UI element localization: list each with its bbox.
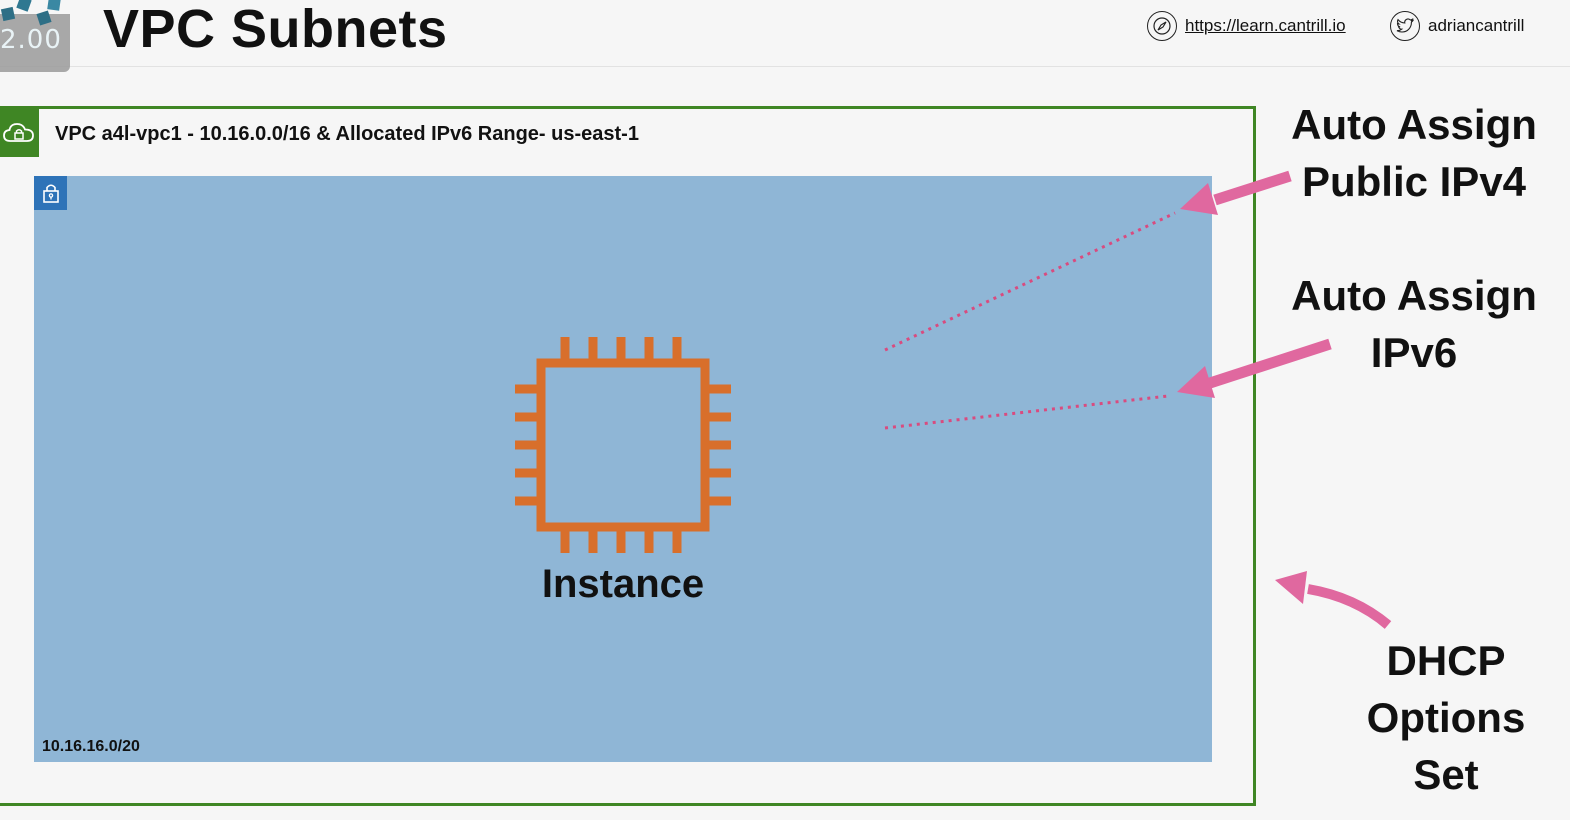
dhcp-line-1: DHCP xyxy=(1386,637,1506,684)
ipv6-line-1: Auto Assign xyxy=(1291,272,1537,319)
dhcp-line-2: Options xyxy=(1366,694,1526,741)
dhcp-options-set-label: DHCP Options Set xyxy=(1346,632,1546,803)
ipv4-dotted-connector xyxy=(884,211,1176,352)
ipv6-dotted-connector xyxy=(884,394,1169,430)
ipv4-arrow xyxy=(1180,170,1292,215)
ipv6-line-2: IPv6 xyxy=(1370,329,1458,376)
ipv4-line-2: Public IPv4 xyxy=(1301,158,1527,205)
ipv4-line-1: Auto Assign xyxy=(1291,101,1537,148)
auto-assign-ipv4-label: Auto Assign Public IPv4 xyxy=(1283,96,1545,210)
dhcp-line-3: Set xyxy=(1413,751,1479,798)
dhcp-arrow xyxy=(1275,571,1392,629)
auto-assign-ipv6-label: Auto Assign IPv6 xyxy=(1283,267,1545,381)
